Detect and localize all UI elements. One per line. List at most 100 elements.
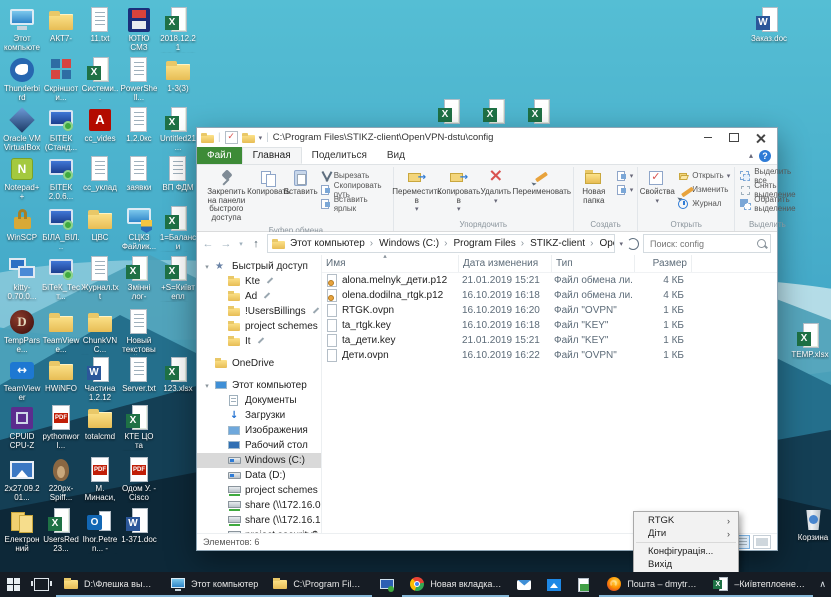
edit-button[interactable]: Изменить [675, 183, 732, 196]
address-dropdown-chevron-icon[interactable]: ▾ [619, 240, 623, 248]
file-row[interactable]: Дети.ovpn16.10.2019 16:22Файл "OVPN"1 КБ [322, 348, 777, 363]
desktop-icon[interactable]: М. Минаси, К. Грин, К... [81, 456, 119, 503]
taskbar-button[interactable] [509, 572, 539, 597]
desktop-icon[interactable]: totalcmd [81, 404, 119, 442]
desktop-icon[interactable] [477, 98, 515, 127]
desktop-icon[interactable]: Одом У. - Cisco CCN... [120, 456, 158, 503]
tree-item[interactable]: It [197, 334, 321, 349]
desktop-icon[interactable]: kitty-0.70.0... [3, 255, 41, 302]
menu-item[interactable]: RTGK› [634, 514, 738, 527]
tray-overflow-chevron-icon[interactable]: ∧ [819, 579, 826, 590]
breadcrumb-segment[interactable]: Windows (C:) [376, 238, 450, 249]
breadcrumb-segment[interactable]: Program Files [450, 238, 527, 249]
desktop-icon[interactable]: 2x27.09.201... [3, 456, 41, 503]
move-to-button[interactable]: Переместить в [396, 167, 438, 215]
explorer-titlebar[interactable]: | ✓ ▾ | C:\Program Files\STIKZ-client\Op… [197, 128, 777, 147]
tree-item[interactable]: Документы [197, 393, 321, 408]
properties-button[interactable]: Свойства [640, 167, 674, 207]
desktop-icon[interactable]: БІЛА_ВІЛ... [42, 205, 80, 252]
desktop-icon[interactable]: CPUID CPU-Z [3, 404, 41, 451]
desktop-icon[interactable]: Этот компьютер [3, 6, 41, 53]
close-button[interactable] [747, 129, 773, 146]
desktop-icon[interactable]: 1-3(3) [159, 56, 197, 94]
desktop-icon[interactable]: БІТЕК (Станд... [42, 106, 80, 153]
file-row[interactable]: alona.melnyk_дети.p1221.01.2019 15:21Фай… [322, 273, 777, 288]
taskbar-button[interactable] [372, 572, 402, 597]
quick-access-customize-chevron-icon[interactable]: ▾ [259, 134, 263, 142]
desktop-icon[interactable]: БІТЕК 2.0.6... [42, 155, 80, 202]
tree-item[interactable]: ▾Быстрый доступ [197, 259, 321, 274]
breadcrumb-segment[interactable]: Этот компьютер [287, 238, 376, 249]
desktop-icon[interactable]: 2018.12.21 ЄСАНЦО [159, 6, 197, 53]
desktop-icon[interactable]: Server.txt [120, 356, 158, 394]
tree-expand-chevron-icon[interactable]: ▾ [203, 263, 211, 271]
desktop-icon[interactable]: Електронний документо... [3, 507, 41, 554]
desktop-icon[interactable]: +S=Київтепл КТЕ).xlsx [159, 255, 197, 302]
desktop-icon[interactable]: 1-371.doc [120, 507, 158, 545]
tab-share[interactable]: Поделиться [302, 147, 377, 164]
tree-expand-chevron-icon[interactable]: ▾ [203, 382, 211, 390]
search-input[interactable] [648, 238, 753, 250]
column-header-size[interactable]: Размер [635, 255, 692, 272]
paste-shortcut-button[interactable]: Вставить ярлык [317, 197, 391, 210]
collapse-ribbon-icon[interactable]: ▴ [749, 151, 753, 160]
taskbar-button[interactable]: –Київтеплоенерго... [706, 572, 813, 597]
desktop-icon[interactable]: pythonworl... [42, 404, 80, 451]
minimize-button[interactable] [695, 129, 721, 146]
copy-to-button[interactable]: Копировать в [439, 167, 479, 215]
desktop-icon[interactable]: WinSCP [3, 205, 41, 243]
breadcrumb[interactable]: Этот компьютерWindows (C:)Program FilesS… [267, 234, 615, 253]
desktop-icon[interactable]: КТЕ ЦО та ПГВ.xlsx [120, 404, 158, 451]
delete-button[interactable]: Удалить [480, 167, 512, 207]
column-header-date[interactable]: Дата изменения [459, 255, 552, 272]
taskbar-button[interactable] [569, 572, 599, 597]
desktop-icon[interactable]: ChunkVNC... Удаленка [81, 308, 119, 355]
pin-to-quick-access-button[interactable]: Закрепить на панели быстрого доступа [201, 167, 252, 225]
desktop-icon[interactable]: Частина 1.2.12 [81, 356, 119, 403]
desktop-icon[interactable]: Oracle VM VirtualBox [3, 106, 41, 153]
column-header-name[interactable]: Имя [322, 255, 459, 272]
tree-item[interactable]: project schemes (\\172.16.1.15 [197, 483, 321, 498]
maximize-button[interactable] [721, 129, 747, 146]
paste-button[interactable]: Вставить [286, 167, 316, 199]
taskbar-button[interactable]: C:\Program Files\S... [265, 572, 372, 597]
search-box[interactable] [643, 234, 771, 253]
desktop-icon[interactable]: ВП ФДМ [159, 155, 197, 193]
quick-access-newfolder-icon[interactable] [242, 133, 255, 143]
new-folder-button[interactable]: Новая папка [576, 167, 612, 207]
start-button[interactable] [0, 572, 27, 597]
desktop-icon[interactable]: Notepad++ [3, 155, 41, 202]
task-view-button[interactable] [27, 572, 56, 597]
rename-button[interactable]: Переименовать [513, 167, 571, 199]
desktop-icon[interactable]: Untitled21... [159, 106, 197, 153]
tree-item[interactable]: share (\\172.16.0.10) (S:) [197, 498, 321, 513]
copy-button[interactable]: Копировать [253, 167, 285, 199]
tree-item[interactable]: Рабочий стол [197, 438, 321, 453]
history-button[interactable]: Журнал [675, 197, 732, 210]
desktop-icon[interactable]: 1.2.0кс [120, 106, 158, 144]
thumbnail-view-toggle-icon[interactable] [753, 535, 771, 549]
desktop-icon[interactable]: Системи... [81, 56, 119, 103]
tree-item[interactable]: Data (D:) [197, 468, 321, 483]
desktop-icon[interactable]: TeamViewe... [42, 308, 80, 355]
taskbar-button[interactable]: Этот компьютер [163, 572, 265, 597]
tree-item[interactable]: project schemes [197, 319, 321, 334]
tree-item[interactable]: OneDrive [197, 356, 321, 371]
refresh-icon[interactable] [627, 238, 639, 250]
tree-item[interactable]: Windows (C:) [197, 453, 321, 468]
file-row[interactable]: olena.dodilna_rtgk.p1216.10.2019 16:18Фа… [322, 288, 777, 303]
back-icon[interactable]: ← [201, 238, 215, 250]
taskbar-button[interactable]: D:\Флешка выездн... [56, 572, 163, 597]
desktop-icon[interactable]: Корзина [794, 505, 831, 543]
tree-item[interactable]: Загрузки [197, 408, 321, 423]
desktop-icon[interactable]: 123.xlsx [159, 356, 197, 394]
easy-access-button[interactable] [613, 183, 636, 196]
desktop-icon[interactable]: заявки [120, 155, 158, 193]
desktop-icon[interactable]: Змінні лог-ни.xlsx [120, 255, 158, 302]
desktop-icon[interactable]: 1=Баланси КТЕ).xlsx [159, 205, 197, 252]
desktop-icon[interactable]: Журнал.txt [81, 255, 119, 302]
desktop-icon[interactable] [432, 98, 470, 127]
open-button[interactable]: Открыть [675, 169, 732, 182]
desktop-icon[interactable]: ЦВС [81, 205, 119, 243]
tree-item[interactable]: Изображения [197, 423, 321, 438]
